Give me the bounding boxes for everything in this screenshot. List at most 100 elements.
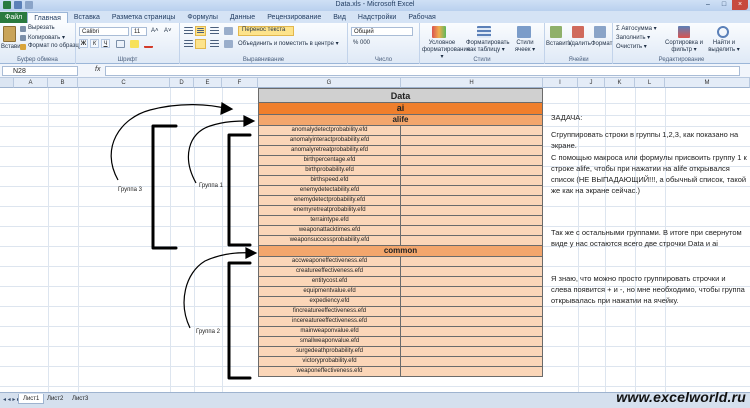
borders-icon[interactable]	[116, 40, 125, 48]
align-bottom-icon[interactable]	[210, 27, 219, 35]
number-group-label: Число	[374, 57, 393, 63]
clipboard-group-label: Буфер обмена	[17, 57, 58, 63]
tab-addins[interactable]: Надстройки	[352, 12, 402, 23]
bold-button[interactable]: Ж	[79, 39, 88, 48]
cells-group-label: Ячейки	[568, 57, 589, 63]
underline-button[interactable]: Ч	[101, 39, 110, 48]
tab-view[interactable]: Вид	[327, 12, 352, 23]
col-header-b[interactable]: B	[48, 78, 78, 88]
tab-insert[interactable]: Вставка	[68, 12, 106, 23]
tab-data[interactable]: Данные	[224, 12, 261, 23]
merge-center-button[interactable]: Объединить и поместить в центре ▾	[238, 40, 339, 47]
font-size-combo[interactable]: 11	[131, 27, 147, 36]
tab-formulas[interactable]: Формулы	[181, 12, 223, 23]
insert-cells-icon[interactable]	[550, 26, 562, 38]
fill-color-icon[interactable]	[130, 40, 139, 48]
font-group-label: Шрифт	[117, 57, 138, 63]
col-header-h[interactable]: H	[401, 78, 543, 88]
close-button[interactable]: ×	[732, 0, 748, 10]
col-header-m[interactable]: M	[665, 78, 750, 88]
col-header-k[interactable]: K	[605, 78, 635, 88]
number-format-combo[interactable]: Общий	[351, 27, 413, 36]
find-select-button[interactable]: Найти и выделить ▾	[707, 40, 741, 54]
name-box[interactable]: N28	[2, 66, 78, 76]
sort-filter-button[interactable]: Сортировка и фильтр ▾	[665, 40, 703, 54]
copy-button[interactable]: Копировать ▾	[28, 34, 65, 41]
format-cells-button[interactable]: Формат	[591, 41, 612, 47]
fill-button[interactable]: Заполнить ▾	[616, 34, 650, 41]
tab-page-layout[interactable]: Разметка страницы	[106, 12, 182, 23]
select-all-corner[interactable]	[0, 78, 14, 88]
col-header-c[interactable]: C	[78, 78, 170, 88]
col-header-g[interactable]: G	[258, 78, 401, 88]
align-middle-icon	[197, 28, 204, 34]
font-group: Calibri 11 A˄ A˅ Ж К Ч Шрифт	[76, 23, 180, 64]
indent-icon[interactable]	[224, 40, 233, 48]
format-as-table-icon[interactable]	[477, 26, 491, 38]
italic-button[interactable]: К	[90, 39, 99, 48]
sheet-tab-2[interactable]: Лист2	[43, 394, 67, 404]
cut-icon[interactable]	[20, 26, 26, 32]
editing-group: Σ Автосумма ▾ Заполнить ▾ Очистить ▾ Сор…	[613, 23, 750, 64]
tab-working[interactable]: Рабочая	[402, 12, 441, 23]
wrap-text-button[interactable]: Перенос текста	[242, 27, 285, 33]
alignment-group-label: Выравнивание	[242, 57, 285, 63]
sheet-tab-1[interactable]: Лист1	[18, 394, 45, 404]
worksheet-grid[interactable]: Data ai alife anomalydetectprobability.e…	[0, 88, 750, 392]
clipboard-group: Вставить Вырезать Копировать ▾ Формат по…	[0, 23, 82, 64]
font-name-combo[interactable]: Calibri	[79, 27, 129, 36]
col-header-l[interactable]: L	[635, 78, 665, 88]
tab-home[interactable]: Главная	[27, 12, 68, 23]
editing-group-label: Редактирование	[658, 57, 705, 63]
format-as-table-button[interactable]: Форматировать как таблицу ▾	[466, 40, 510, 54]
align-center-active[interactable]	[195, 39, 206, 49]
col-header-d[interactable]: D	[170, 78, 194, 88]
cell-styles-icon[interactable]	[517, 26, 531, 38]
format-cells-icon[interactable]	[594, 26, 606, 38]
col-header-i[interactable]: I	[543, 78, 578, 88]
copy-icon[interactable]	[20, 35, 26, 41]
formula-input[interactable]	[105, 66, 740, 76]
title-bar: Data.xls - Microsoft Excel – □ ×	[0, 0, 750, 11]
group1-arrowhead	[243, 115, 256, 127]
col-header-j[interactable]: J	[578, 78, 605, 88]
delete-cells-button[interactable]: Удалить	[568, 41, 591, 47]
paste-icon[interactable]	[3, 26, 16, 42]
orientation-icon[interactable]	[224, 27, 233, 35]
percent-style-button[interactable]: % 000	[353, 40, 370, 46]
fx-icon[interactable]: fx	[95, 66, 100, 73]
autosum-button[interactable]: Σ Автосумма ▾	[616, 25, 657, 32]
format-painter-icon[interactable]	[20, 44, 26, 50]
minimize-button[interactable]: –	[700, 0, 716, 10]
format-painter-button[interactable]: Формат по образцу	[28, 43, 82, 49]
col-header-e[interactable]: E	[194, 78, 222, 88]
maximize-button[interactable]: □	[716, 0, 732, 10]
group1-arrow	[187, 120, 251, 184]
delete-cells-icon[interactable]	[572, 26, 584, 38]
col-header-f[interactable]: F	[222, 78, 258, 88]
tab-file[interactable]: Файл	[0, 12, 28, 23]
tab-review[interactable]: Рецензирование	[261, 12, 327, 23]
group2-arrowhead	[245, 247, 258, 259]
watermark: www.excelworld.ru	[616, 389, 746, 405]
align-top-icon[interactable]	[184, 27, 193, 35]
shrink-font-button[interactable]: A˅	[164, 28, 172, 34]
group1-label: Группа 1	[199, 183, 224, 189]
conditional-format-icon[interactable]	[432, 26, 446, 38]
ribbon: Вставить Вырезать Копировать ▾ Формат по…	[0, 23, 750, 64]
col-header-a[interactable]: A	[14, 78, 48, 88]
cut-button[interactable]: Вырезать	[28, 25, 55, 31]
align-right-icon[interactable]	[210, 40, 219, 48]
align-left-icon[interactable]	[184, 40, 193, 48]
cell-styles-button[interactable]: Стили ячеек ▾	[510, 40, 540, 54]
clear-button[interactable]: Очистить ▾	[616, 43, 647, 50]
sort-filter-icon[interactable]	[678, 26, 690, 38]
group1-bracket	[227, 133, 252, 247]
font-color-icon[interactable]	[144, 40, 153, 48]
task-paragraph-2: С помощью макроса или формулы присвоить …	[551, 153, 747, 195]
grow-font-button[interactable]: A˄	[151, 28, 159, 34]
find-select-icon[interactable]	[717, 26, 729, 38]
sheet-tab-3[interactable]: Лист3	[68, 394, 92, 404]
group3-bracket	[151, 124, 178, 250]
group3-arrow	[110, 104, 229, 181]
